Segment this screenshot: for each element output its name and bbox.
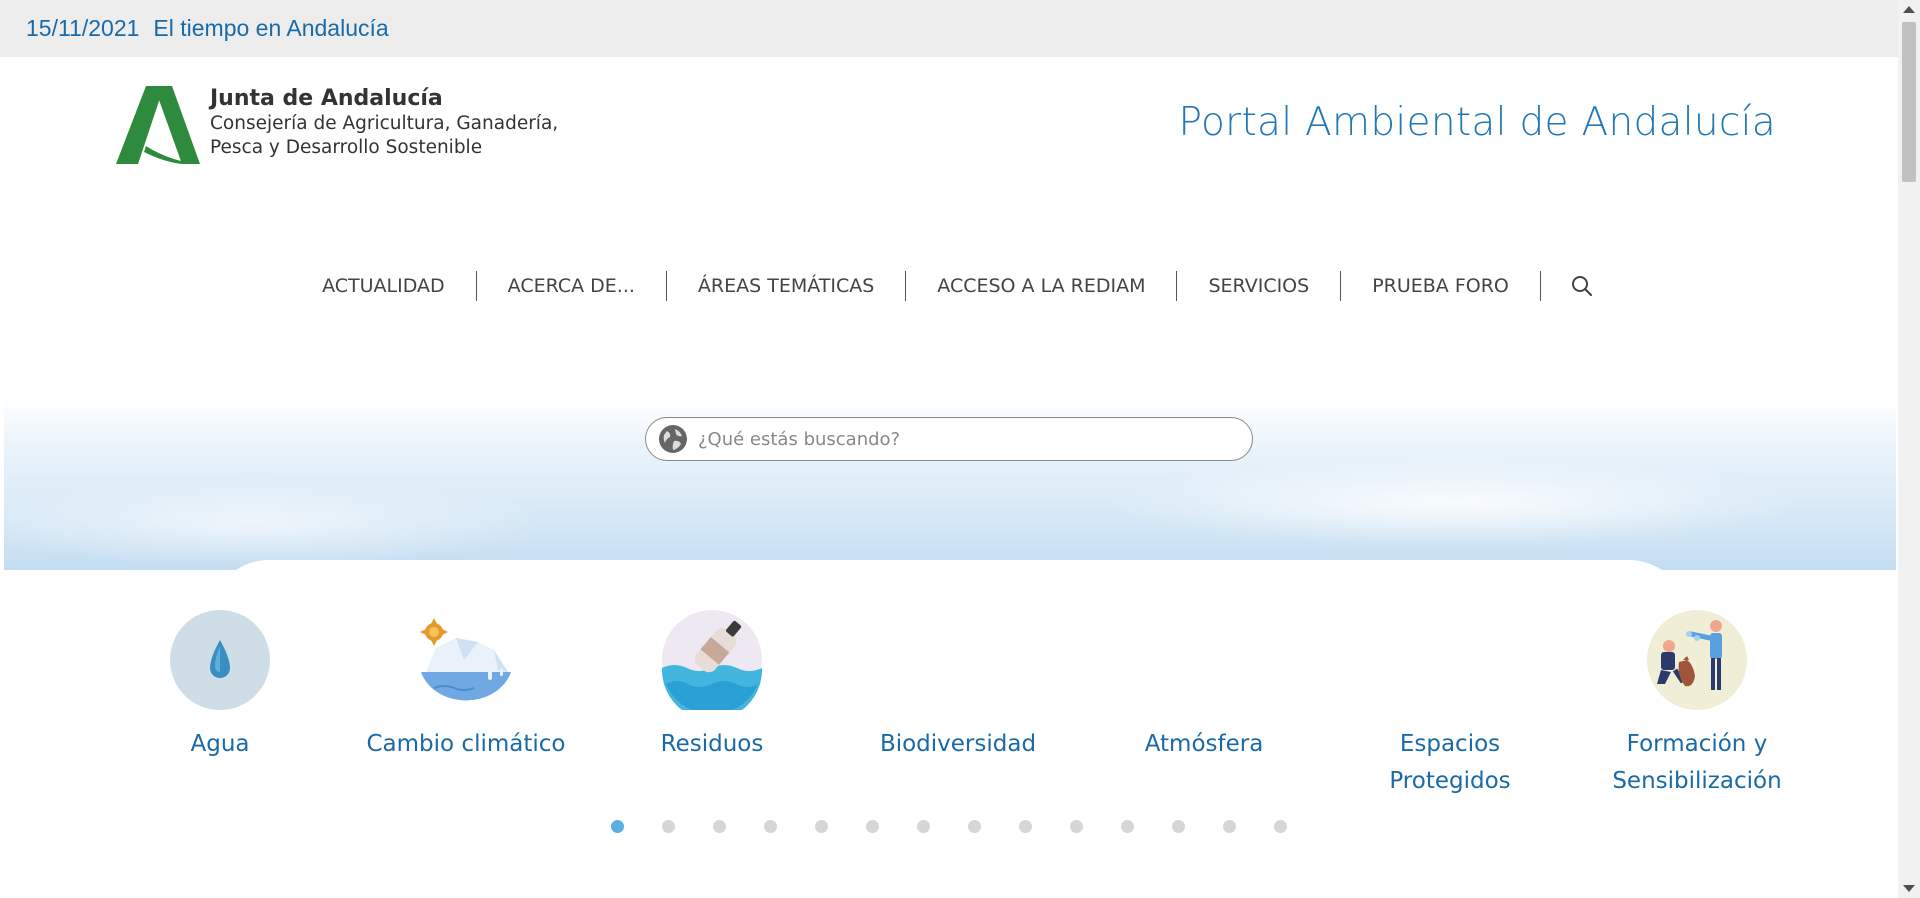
- search-icon: [1571, 276, 1592, 297]
- nav-item-acerca-de[interactable]: ACERCA DE...: [477, 271, 666, 301]
- main-search-box[interactable]: [645, 417, 1253, 461]
- category-atmosfera[interactable]: Atmósfera: [1094, 610, 1314, 763]
- carousel-dot[interactable]: [866, 820, 879, 833]
- junta-a-logo-icon: [116, 86, 200, 164]
- nav-item-servicios[interactable]: SERVICIOS: [1177, 271, 1340, 301]
- category-label: Residuos: [660, 731, 764, 757]
- atmosphere-icon: [1154, 610, 1254, 710]
- main-navigation: ACTUALIDAD ACERCA DE... ÁREAS TEMÁTICAS …: [0, 270, 1898, 302]
- logo-subtitle-line1: Consejería de Agricultura, Ganadería,: [210, 113, 559, 134]
- scroll-up-arrow-icon[interactable]: [1903, 6, 1915, 13]
- category-formacion-sensibilizacion[interactable]: Formación y Sensibilización: [1587, 610, 1807, 800]
- weather-link[interactable]: El tiempo en Andalucía: [153, 15, 388, 42]
- category-label: Atmósfera: [1144, 731, 1264, 757]
- carousel-dot[interactable]: [1121, 820, 1134, 833]
- carousel-dot[interactable]: [1274, 820, 1287, 833]
- scrollbar-thumb[interactable]: [1902, 22, 1916, 182]
- logo-text: Junta de Andalucía Consejería de Agricul…: [210, 86, 558, 160]
- vertical-scrollbar[interactable]: [1898, 0, 1920, 898]
- category-label: Espacios Protegidos: [1389, 731, 1511, 794]
- portal-title[interactable]: Portal Ambiental de Andalucía: [1179, 100, 1776, 145]
- biodiversity-icon: [908, 610, 1008, 710]
- nav-item-prueba-foro[interactable]: PRUEBA FORO: [1341, 271, 1540, 301]
- carousel-dot[interactable]: [764, 820, 777, 833]
- carousel-dot[interactable]: [1019, 820, 1032, 833]
- category-espacios-protegidos[interactable]: Espacios Protegidos: [1340, 610, 1560, 800]
- carousel-dot[interactable]: [662, 820, 675, 833]
- search-input[interactable]: [696, 427, 1220, 451]
- bottle-waste-icon: [662, 610, 762, 720]
- carousel-dot[interactable]: [1070, 820, 1083, 833]
- hero-cloud: [4, 478, 554, 568]
- category-label: Agua: [190, 731, 250, 757]
- carousel-pagination: [0, 820, 1898, 833]
- protected-areas-icon: [1400, 610, 1500, 710]
- hero-curve: [209, 560, 1689, 570]
- top-bar: 15/11/2021 El tiempo en Andalucía: [0, 0, 1898, 57]
- nav-item-areas-tematicas[interactable]: ÁREAS TEMÁTICAS: [667, 271, 905, 301]
- category-biodiversidad[interactable]: Biodiversidad: [848, 610, 1068, 763]
- scroll-down-arrow-icon[interactable]: [1903, 885, 1915, 892]
- category-cambio-climatico[interactable]: Cambio climático: [356, 610, 576, 763]
- category-label: Biodiversidad: [879, 731, 1037, 757]
- people-education-icon: [1647, 610, 1747, 710]
- water-drop-icon: [170, 610, 270, 710]
- category-label: Cambio climático: [366, 731, 566, 757]
- logo-subtitle-line2: Pesca y Desarrollo Sostenible: [210, 137, 483, 158]
- carousel-dot[interactable]: [713, 820, 726, 833]
- hero-cloud: [1104, 458, 1804, 548]
- category-residuos[interactable]: Residuos: [602, 610, 822, 763]
- carousel-dot[interactable]: [815, 820, 828, 833]
- logo-title: Junta de Andalucía: [210, 86, 443, 111]
- carousel-dot[interactable]: [1223, 820, 1236, 833]
- carousel-dot[interactable]: [611, 820, 624, 833]
- nav-item-actualidad[interactable]: ACTUALIDAD: [291, 271, 476, 301]
- junta-logo[interactable]: Junta de Andalucía Consejería de Agricul…: [116, 86, 558, 166]
- carousel-dot[interactable]: [968, 820, 981, 833]
- nav-item-acceso-rediam[interactable]: ACCESO A LA REDIAM: [906, 271, 1176, 301]
- current-date: 15/11/2021: [26, 15, 140, 41]
- carousel-dot[interactable]: [1172, 820, 1185, 833]
- nav-search-button[interactable]: [1541, 275, 1607, 297]
- category-label: Formación y Sensibilización: [1612, 731, 1782, 794]
- melting-ice-icon: [416, 610, 516, 710]
- carousel-dot[interactable]: [917, 820, 930, 833]
- globe-icon: [659, 425, 687, 453]
- category-agua[interactable]: Agua: [110, 610, 330, 763]
